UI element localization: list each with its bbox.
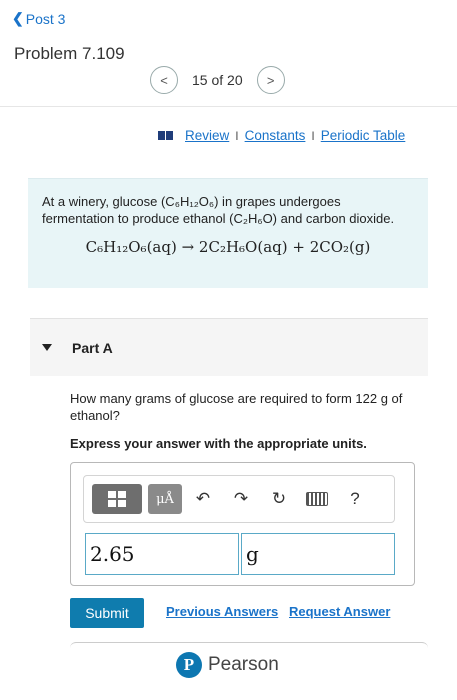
back-link[interactable]: ❮ Post 3 xyxy=(12,10,65,27)
problem-intro: At a winery, glucose (C₆H₁₂O₆) in grapes… xyxy=(28,178,428,288)
prev-problem-button[interactable]: < xyxy=(150,66,178,94)
answer-panel: μÅ ↶ ↷ ↻ ? 2.65 g xyxy=(70,462,415,586)
resource-links: Review I Constants I Periodic Table xyxy=(158,128,405,143)
collapse-triangle-icon xyxy=(42,344,52,351)
redo-icon[interactable]: ↷ xyxy=(224,484,258,514)
pearson-wordmark: Pearson xyxy=(208,654,279,675)
answer-instruction: Express your answer with the appropriate… xyxy=(70,436,367,451)
previous-answers-link[interactable]: Previous Answers xyxy=(166,604,278,619)
pearson-logo: P Pearson xyxy=(176,652,279,678)
page-title: Problem 7.109 xyxy=(14,44,125,63)
intro-text: At a winery, glucose (C₆H₁₂O₆) in grapes… xyxy=(42,194,395,226)
answer-unit-input[interactable]: g xyxy=(241,533,395,575)
templates-button[interactable] xyxy=(92,484,142,514)
back-label: Post 3 xyxy=(25,10,66,27)
periodic-table-link[interactable]: Periodic Table xyxy=(321,128,406,143)
separator: I xyxy=(311,128,315,143)
separator: I xyxy=(235,128,239,143)
math-toolbar: μÅ ↶ ↷ ↻ ? xyxy=(83,475,395,523)
book-icon xyxy=(158,131,173,140)
part-a-header[interactable]: Part A xyxy=(30,318,428,376)
next-section-edge xyxy=(70,642,428,648)
review-link[interactable]: Review xyxy=(185,128,229,143)
answer-value-input[interactable]: 2.65 xyxy=(85,533,239,575)
pager: < 15 of 20 > xyxy=(150,66,285,94)
next-problem-button[interactable]: > xyxy=(256,66,285,94)
part-label: Part A xyxy=(72,339,113,356)
reset-icon[interactable]: ↻ xyxy=(262,484,296,514)
chemical-equation: C₆H₁₂O₆(aq) → 2C₂H₆O(aq) + 2CO₂(g) xyxy=(85,238,371,256)
keyboard-button[interactable] xyxy=(300,484,334,514)
chevron-left-icon: ❮ xyxy=(12,10,24,26)
request-answer-link[interactable]: Request Answer xyxy=(289,604,390,619)
templates-icon xyxy=(108,491,126,507)
question-text: How many grams of glucose are required t… xyxy=(70,391,403,423)
constants-link[interactable]: Constants xyxy=(245,128,306,143)
units-button[interactable]: μÅ xyxy=(148,484,182,514)
undo-icon[interactable]: ↶ xyxy=(186,484,220,514)
help-icon[interactable]: ? xyxy=(338,484,372,514)
divider xyxy=(0,106,457,107)
pager-text: 15 of 20 xyxy=(192,72,243,88)
keyboard-icon xyxy=(306,492,328,506)
pearson-p-icon: P xyxy=(176,652,202,678)
submit-button[interactable]: Submit xyxy=(70,598,144,628)
